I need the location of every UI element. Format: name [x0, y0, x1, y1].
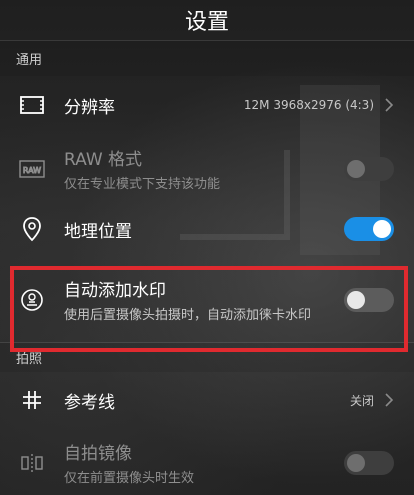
watermark-description: 使用后置摄像头拍摄时，自动添加徕卡水印: [64, 307, 312, 323]
raw-format-description: 仅在专业模式下支持该功能: [64, 176, 221, 192]
gridline-value: 关闭: [349, 393, 374, 408]
mirror-icon: [16, 447, 48, 479]
resolution-value: 12M 3968x2976 (4:3): [243, 98, 374, 112]
resolution-setting[interactable]: 分辨率 12M 3968x2976 (4:3): [0, 76, 414, 134]
raw-format-toggle: [344, 157, 394, 181]
watermark-setting[interactable]: 自动添加水印 使用后置摄像头拍摄时，自动添加徕卡水印: [0, 254, 414, 342]
watermark-toggle[interactable]: [344, 288, 394, 312]
raw-icon: RAW: [16, 153, 48, 185]
watermark-stamp-icon: [16, 284, 48, 316]
location-setting[interactable]: 地理位置: [0, 204, 414, 254]
section-header-photo: 拍照: [0, 342, 414, 372]
selfie-mirror-description: 仅在前置摄像头时生效: [64, 470, 195, 486]
svg-text:RAW: RAW: [23, 166, 41, 175]
selfie-mirror-label: 自拍镜像: [64, 443, 132, 464]
chevron-right-icon: [385, 98, 394, 112]
location-pin-icon: [16, 213, 48, 245]
page-title: 设置: [184, 10, 229, 35]
section-header-general: 通用: [0, 40, 414, 76]
resolution-icon: [16, 89, 48, 121]
resolution-label: 分辨率: [64, 97, 115, 118]
gridline-label: 参考线: [64, 392, 115, 413]
selfie-mirror-toggle: [344, 451, 394, 475]
location-toggle[interactable]: [344, 217, 394, 241]
raw-format-setting: RAW RAW 格式 仅在专业模式下支持该功能: [0, 134, 414, 204]
gridline-setting[interactable]: 参考线 关闭: [0, 372, 414, 428]
grid-icon: [16, 384, 48, 416]
selfie-mirror-setting: 自拍镜像 仅在前置摄像头时生效: [0, 428, 414, 495]
watermark-label: 自动添加水印: [64, 280, 166, 301]
chevron-right-icon: [385, 393, 394, 407]
location-label: 地理位置: [64, 221, 132, 242]
raw-format-label: RAW 格式: [64, 149, 143, 170]
